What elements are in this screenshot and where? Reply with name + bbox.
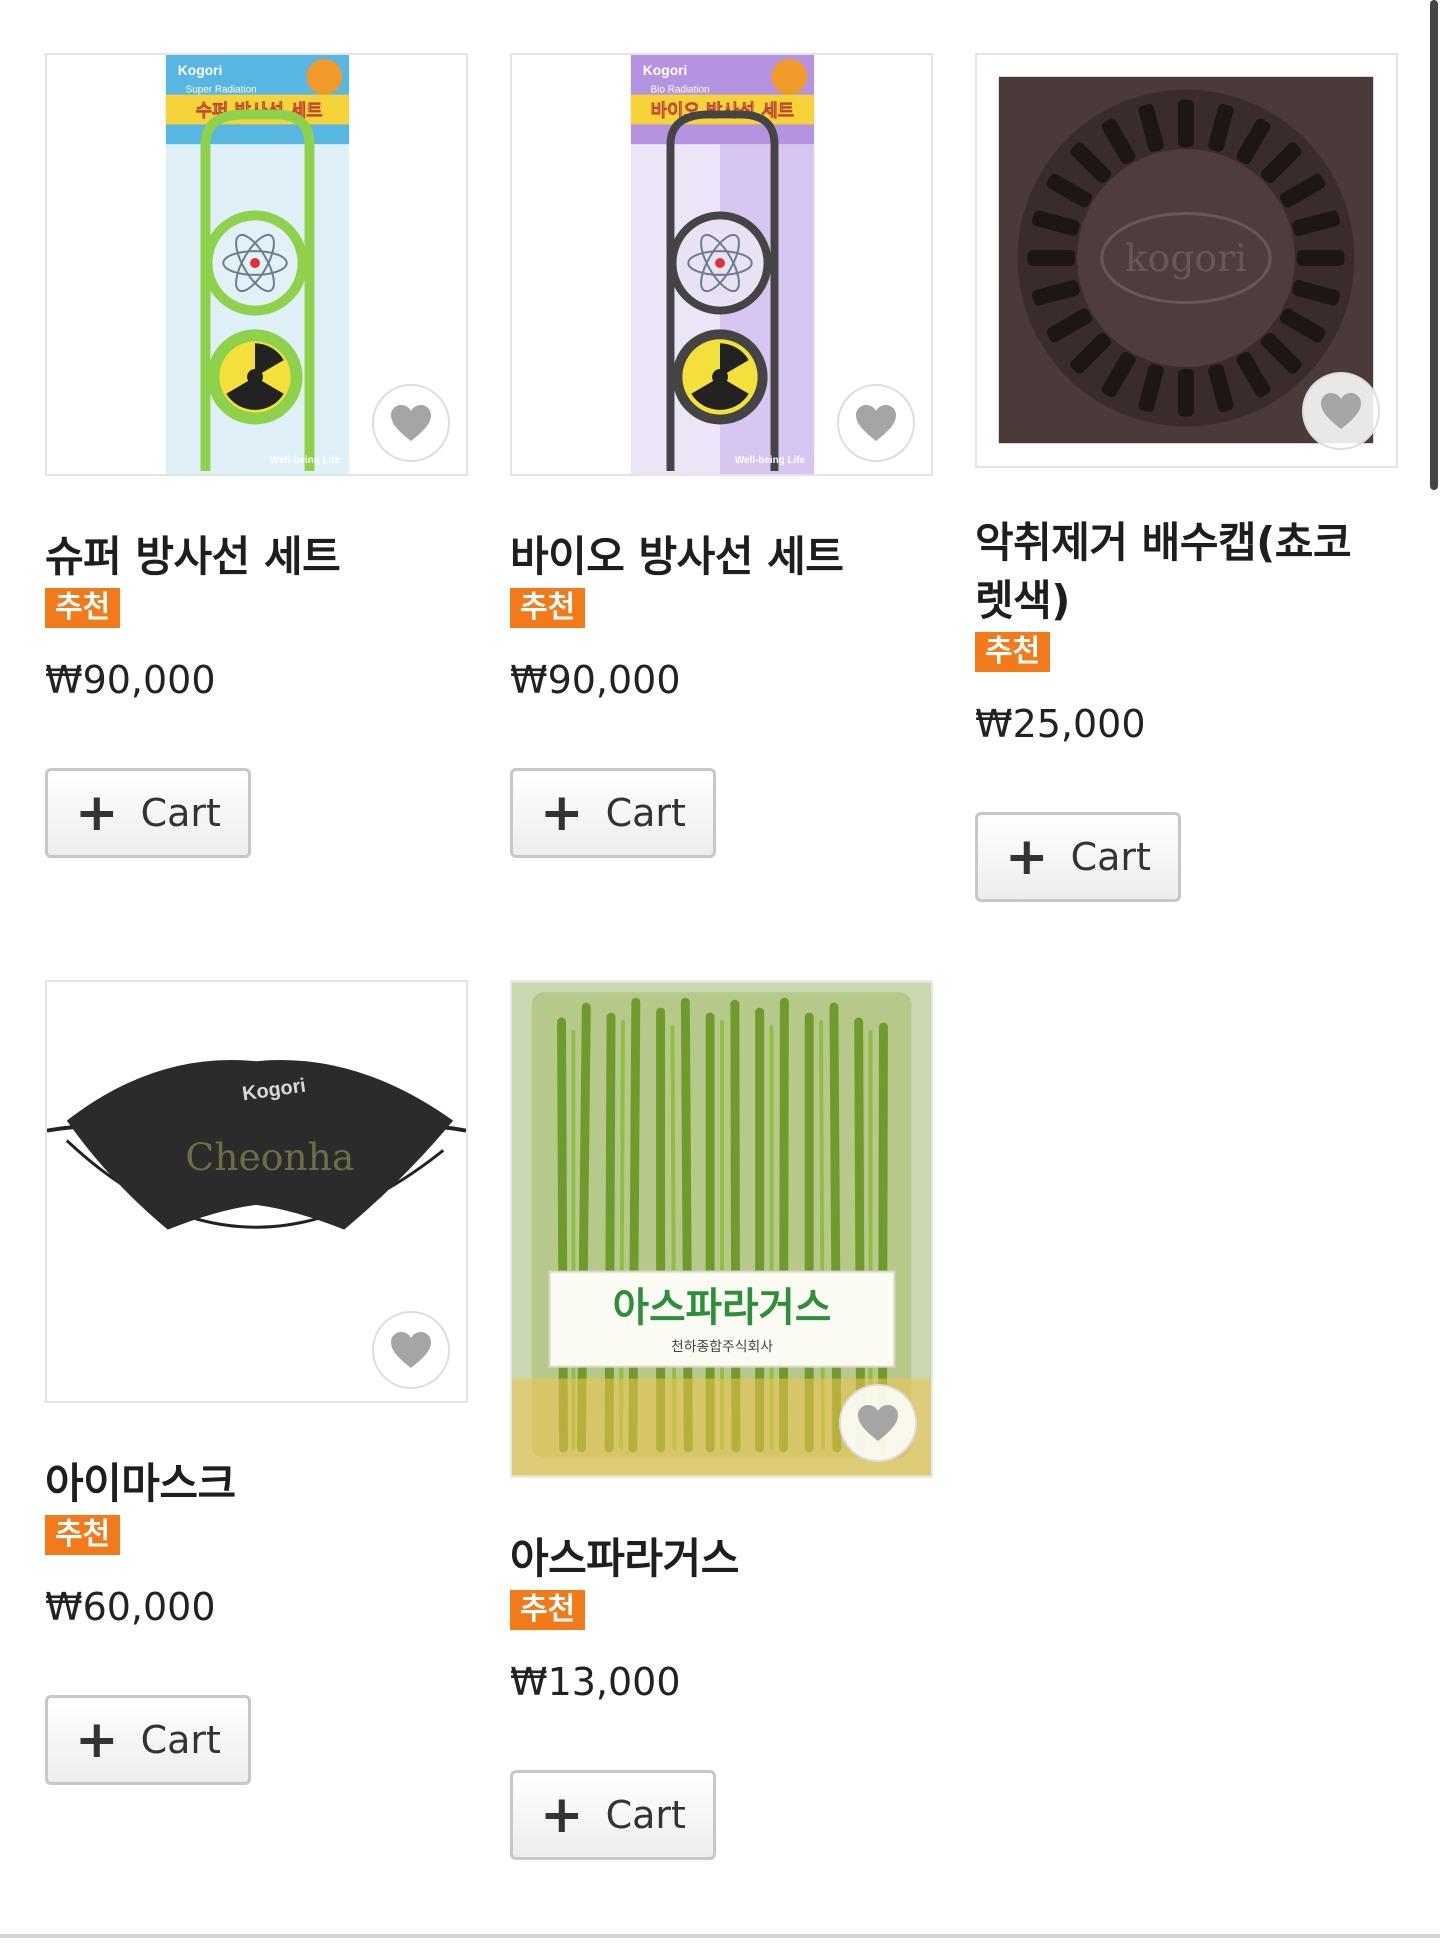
svg-text:Kogori: Kogori <box>643 62 688 78</box>
plus-icon: + <box>75 1710 119 1770</box>
product-image[interactable]: 아스파라거스 천하종합주식회사 <box>510 980 933 1478</box>
heart-icon <box>391 405 431 441</box>
svg-text:Bio Radiation: Bio Radiation <box>651 85 710 96</box>
plus-icon: + <box>1005 827 1049 887</box>
plus-icon: + <box>540 1785 584 1845</box>
add-to-cart-button[interactable]: + Cart <box>510 768 716 858</box>
svg-text:천하종합주식회사: 천하종합주식회사 <box>671 1339 773 1355</box>
product-card: 아스파라거스 천하종합주식회사 아스파라거스 추천 ₩13,000 + Cart <box>510 980 935 1860</box>
recommend-badge: 추천 <box>975 632 1051 672</box>
product-price: ₩90,000 <box>45 658 216 702</box>
cart-label: Cart <box>605 1793 686 1837</box>
svg-text:kogori: kogori <box>1125 236 1247 280</box>
product-price: ₩25,000 <box>975 702 1146 746</box>
heart-icon <box>856 405 896 441</box>
scrollbar[interactable] <box>1430 0 1438 490</box>
recommend-badge: 추천 <box>45 1515 121 1555</box>
wishlist-button[interactable] <box>1302 372 1380 450</box>
wishlist-button[interactable] <box>837 384 915 462</box>
product-name[interactable]: 아이마스크 <box>45 1455 470 1513</box>
product-image[interactable]: Kogori Bio Radiation 바이오 방사선 세트 Well-bei… <box>510 53 933 476</box>
product-name[interactable]: 악취제거 배수캡(쵸코렛색) <box>975 514 1375 630</box>
product-price: ₩13,000 <box>510 1660 681 1704</box>
svg-text:Well-being Life: Well-being Life <box>270 455 341 466</box>
svg-text:Cheonha: Cheonha <box>185 1135 354 1179</box>
recommend-badge: 추천 <box>45 588 121 628</box>
cart-label: Cart <box>140 1718 221 1762</box>
product-card: Kogori Cheonha 아이마스크 추천 ₩60,000 + Cart <box>45 980 470 1785</box>
heart-icon <box>858 1405 898 1441</box>
product-card: Kogori Super Radiation 수퍼 방사선 세트 Well-be… <box>45 53 470 858</box>
cart-label: Cart <box>1070 835 1151 879</box>
cart-label: Cart <box>605 791 686 835</box>
svg-text:Super Radiation: Super Radiation <box>186 85 257 96</box>
product-image[interactable]: Kogori Cheonha <box>45 980 468 1403</box>
product-card: kogori 악취제거 배수캡(쵸코렛색) 추천 ₩25,000 + Cart <box>975 53 1400 902</box>
wishlist-button[interactable] <box>839 1384 917 1462</box>
svg-text:Kogori: Kogori <box>178 62 223 78</box>
svg-text:Well-being Life: Well-being Life <box>735 455 806 466</box>
product-price: ₩90,000 <box>510 658 681 702</box>
cart-label: Cart <box>140 791 221 835</box>
product-price: ₩60,000 <box>45 1585 216 1629</box>
product-name[interactable]: 아스파라거스 <box>510 1530 935 1588</box>
wishlist-button[interactable] <box>372 1311 450 1389</box>
add-to-cart-button[interactable]: + Cart <box>510 1770 716 1860</box>
divider <box>0 1934 1440 1938</box>
plus-icon: + <box>75 783 119 843</box>
product-image[interactable]: Kogori Super Radiation 수퍼 방사선 세트 Well-be… <box>45 53 468 476</box>
heart-icon <box>391 1332 431 1368</box>
heart-icon <box>1321 393 1361 429</box>
plus-icon: + <box>540 783 584 843</box>
recommend-badge: 추천 <box>510 1590 586 1630</box>
product-name[interactable]: 바이오 방사선 세트 <box>510 528 935 586</box>
recommend-badge: 추천 <box>510 588 586 628</box>
add-to-cart-button[interactable]: + Cart <box>975 812 1181 902</box>
add-to-cart-button[interactable]: + Cart <box>45 1695 251 1785</box>
product-image[interactable]: kogori <box>975 53 1398 468</box>
svg-text:아스파라거스: 아스파라거스 <box>613 1285 832 1331</box>
add-to-cart-button[interactable]: + Cart <box>45 768 251 858</box>
product-card: Kogori Bio Radiation 바이오 방사선 세트 Well-bei… <box>510 53 935 858</box>
product-grid-page: Kogori Super Radiation 수퍼 방사선 세트 Well-be… <box>0 0 1440 1943</box>
product-name[interactable]: 슈퍼 방사선 세트 <box>45 528 470 586</box>
wishlist-button[interactable] <box>372 384 450 462</box>
